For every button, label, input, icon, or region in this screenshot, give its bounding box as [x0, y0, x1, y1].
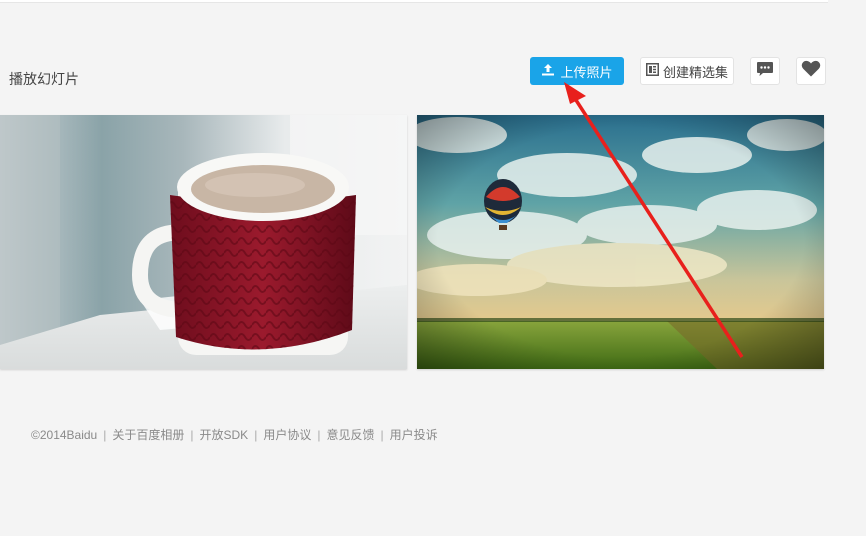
footer-copyright: ©2014Baidu [31, 428, 98, 442]
collection-icon [645, 63, 659, 79]
footer: ©2014Baidu | 关于百度相册 | 开放SDK | 用户协议 | 意见反馈 | 用户投诉 [31, 428, 438, 442]
footer-link-about[interactable]: 关于百度相册 [112, 428, 184, 442]
footer-link-agreement[interactable]: 用户协议 [263, 428, 311, 442]
footer-link-feedback[interactable]: 意见反馈 [326, 428, 374, 442]
like-button[interactable] [796, 57, 826, 85]
upload-icon [541, 63, 555, 80]
top-panel [0, 0, 828, 3]
comment-button[interactable] [750, 57, 780, 85]
upload-photo-label: 上传照片 [560, 64, 613, 80]
photo-thumbnail-balloon[interactable] [417, 115, 824, 369]
upload-photo-button[interactable]: 上传照片 [530, 57, 624, 85]
heart-icon [801, 60, 821, 82]
footer-link-sdk[interactable]: 开放SDK [200, 428, 249, 442]
comment-icon [756, 61, 774, 82]
slideshow-link[interactable]: 播放幻灯片 [9, 69, 79, 89]
create-collection-button[interactable]: 创建精选集 [640, 57, 734, 85]
photo-thumbnail-mug[interactable] [0, 115, 407, 369]
footer-link-complaint[interactable]: 用户投诉 [390, 428, 438, 442]
create-collection-label: 创建精选集 [662, 64, 728, 80]
